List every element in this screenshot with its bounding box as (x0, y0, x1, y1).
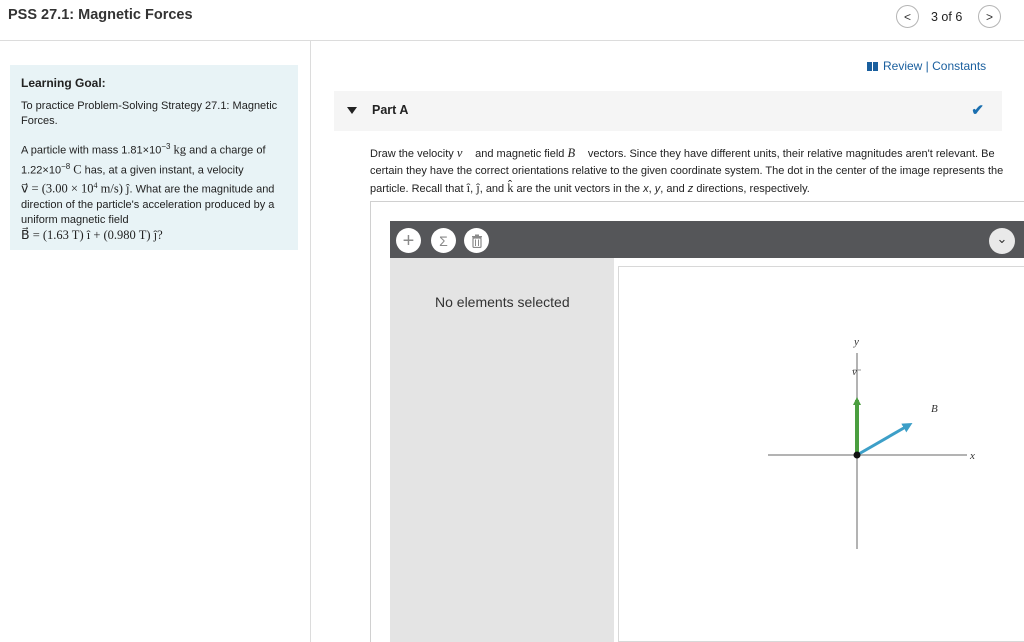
mass-text: A particle with mass 1.81×10 (21, 144, 162, 157)
drawing-canvas[interactable]: x y v⃗ B⃗ (618, 266, 1024, 642)
magnetic-field-label: B⃗ (931, 403, 946, 415)
page-count: 3 of 6 (931, 10, 963, 24)
magnetic-field-vector[interactable] (856, 423, 913, 457)
x-axis-label: x (969, 450, 975, 462)
instr-part: are the unit vectors in the (513, 183, 644, 195)
mass-unit: kg (173, 142, 187, 157)
chevron-left-icon: < (903, 9, 911, 24)
instr-part: and magnetic field (472, 148, 568, 160)
field-equation: B⃗ = (1.63 T) î + (0.980 T) ĵ (21, 227, 158, 242)
instr-part: , and (660, 183, 688, 195)
particle-dot (853, 451, 861, 459)
velocity-equation: v⃗ = (3.00 × 10 (21, 181, 94, 196)
velocity-vector-label: v⃗ (852, 366, 865, 378)
previous-page-button[interactable]: < (896, 5, 919, 28)
field-symbol: B⃗ (567, 146, 585, 160)
review-constants-label: Review | Constants (883, 59, 987, 73)
add-element-button[interactable]: + (396, 228, 421, 253)
sum-vectors-button[interactable]: Σ (431, 228, 456, 253)
column-divider (310, 41, 311, 642)
trash-icon (471, 234, 482, 248)
instr-part: , and (479, 183, 508, 195)
top-bar: PSS 27.1: Magnetic Forces < 3 of 6 > (0, 0, 1024, 41)
plus-icon: + (402, 229, 415, 252)
part-a-header[interactable]: Part A ✔ (334, 91, 1002, 131)
velocity-unit: m/s) ĵ (97, 181, 130, 196)
problem-statement: A particle with mass 1.81×10−3 kg and a … (21, 139, 287, 244)
drawing-toolbar: + Σ ⌄ (390, 221, 1024, 258)
properties-panel: No elements selected (390, 258, 614, 642)
learning-goal-title: Learning Goal: (21, 76, 106, 90)
learning-goal-intro: To practice Problem-Solving Strategy 27.… (21, 100, 278, 127)
sigma-icon: Σ (439, 232, 448, 249)
learning-goal-box: Learning Goal: To practice Problem-Solvi… (10, 65, 298, 250)
instr-part: directions, respectively. (693, 183, 810, 195)
delete-button[interactable] (464, 228, 489, 253)
part-label: Part A (372, 103, 409, 117)
checkmark-icon: ✔ (971, 102, 984, 119)
mass-exponent: −3 (161, 142, 171, 151)
chevron-down-icon: ⌄ (996, 231, 1008, 246)
next-page-button[interactable]: > (978, 5, 1001, 28)
charge-exponent: −8 (61, 161, 71, 171)
instr-part: Draw the velocity (370, 148, 457, 160)
page-title: PSS 27.1: Magnetic Forces (8, 7, 193, 23)
question-mark: ? (157, 227, 163, 242)
velocity-intro: has, at a given instant, a velocity (81, 164, 244, 177)
chevron-right-icon: > (985, 9, 993, 24)
velocity-symbol: v⃗ (456, 146, 473, 160)
charge-unit: C (73, 162, 82, 177)
review-constants-link[interactable]: Review | Constants (867, 59, 986, 73)
no-selection-text: No elements selected (435, 294, 570, 310)
caret-down-icon[interactable] (347, 107, 357, 114)
book-icon (867, 61, 878, 71)
coordinate-graph[interactable]: x y v⃗ B⃗ (619, 267, 1024, 641)
toolbar-dropdown-button[interactable]: ⌄ (989, 228, 1015, 254)
y-axis-label: y (853, 336, 859, 348)
instructions-text: Draw the velocity v⃗ and magnetic field … (370, 145, 1010, 198)
